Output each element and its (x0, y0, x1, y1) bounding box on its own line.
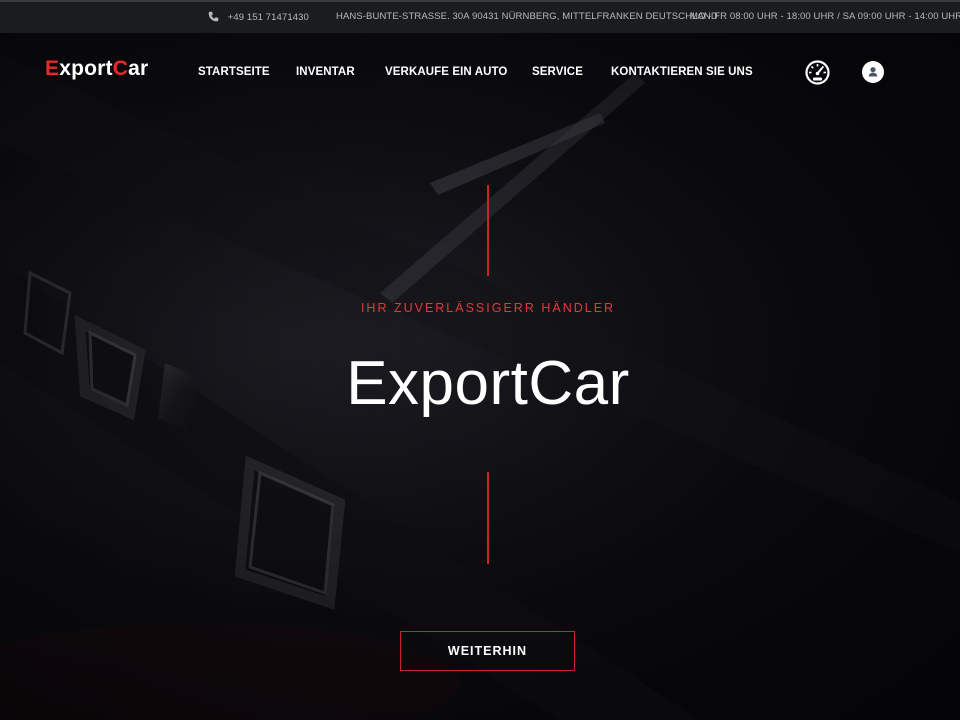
hero-title: ExportCar (346, 349, 630, 418)
opening-hours-text: MO - FR 08:00 UHR - 18:00 UHR / SA 09:00… (690, 11, 960, 22)
nav-item-kontaktieren[interactable]: KONTAKTIEREN SIE UNS (611, 66, 753, 78)
logo-letter-e: E (45, 57, 60, 80)
nav-item-inventar[interactable]: INVENTAR (296, 66, 355, 78)
logo-text-ar: ar (128, 57, 149, 80)
top-contact-bar: +49 151 71471430 HANS-BUNTE-STRASSE. 30A… (0, 0, 960, 33)
hero-tagline: IHR ZUVERLÄSSIGERR HÄNDLER (360, 301, 616, 315)
logo-letter-c: C (112, 57, 129, 80)
phone-icon (208, 11, 219, 22)
logo-text-xport: xport (59, 57, 113, 80)
speedometer-icon[interactable] (805, 60, 830, 85)
address-text: HANS-BUNTE-STRASSE. 30A 90431 NÜRNBERG, … (336, 11, 718, 22)
nav-item-startseite[interactable]: STARTSEITE (198, 66, 270, 78)
decorative-line-bottom (487, 472, 489, 564)
page: +49 151 71471430 HANS-BUNTE-STRASSE. 30A… (0, 0, 960, 720)
nav-item-verkaufe-ein-auto[interactable]: VERKAUFE EIN AUTO (385, 66, 507, 78)
user-icon[interactable] (862, 61, 884, 83)
phone-contact[interactable]: +49 151 71471430 (208, 11, 309, 23)
site-logo[interactable]: ExportCar (45, 57, 148, 81)
decorative-line-top (487, 185, 489, 276)
nav-item-service[interactable]: SERVICE (532, 66, 583, 78)
weiterhin-button[interactable]: WEITERHIN (400, 631, 575, 671)
phone-number: +49 151 71471430 (227, 12, 309, 23)
main-navigation: ExportCar STARTSEITE INVENTAR VERKAUFE E… (0, 33, 960, 111)
